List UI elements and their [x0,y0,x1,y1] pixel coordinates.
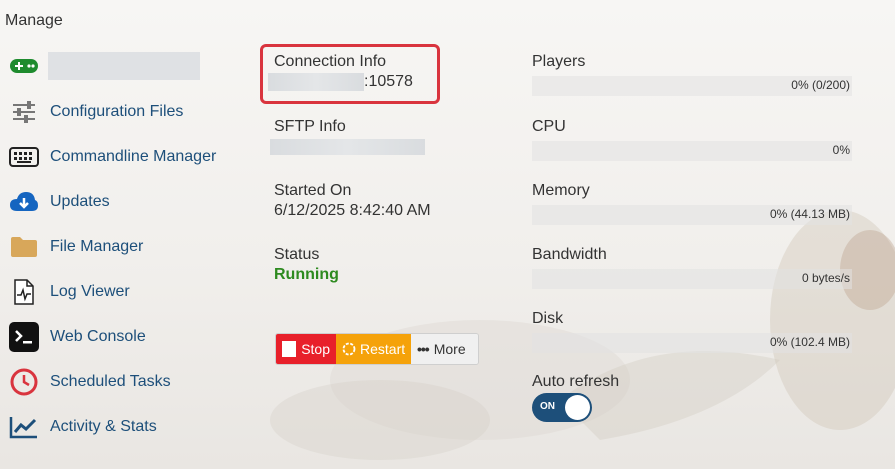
more-icon: ••• [417,341,430,357]
page-title: Manage [5,12,63,29]
metric-value: 0% (44.13 MB) [769,207,850,221]
sliders-icon [8,96,40,128]
metric-bar: 0% [532,141,852,161]
metric-players: Players 0% (0/200) [532,52,852,96]
sftp-info-value[interactable] [270,137,425,155]
sidebar-item-label: Commandline Manager [50,148,217,165]
status: Status Running [274,245,339,285]
sidebar-item-label: Web Console [50,328,146,345]
sidebar-item-label: File Manager [50,238,144,255]
sidebar-item-configuration-files[interactable]: Configuration Files [8,94,238,130]
gamepad-icon [8,50,40,82]
stop-button[interactable]: Stop [276,334,336,364]
toggle-knob [565,395,590,420]
folder-icon [8,231,40,263]
metric-memory: Memory 0% (44.13 MB) [532,181,852,225]
sidebar-item-label: Log Viewer [50,283,130,300]
metric-cpu: CPU 0% [532,117,852,161]
clock-icon [8,366,40,398]
metric-value: 0% (102.4 MB) [769,335,850,349]
auto-refresh-label: Auto refresh [532,373,620,390]
sidebar-item-label: Updates [50,193,110,210]
restart-button[interactable]: Restart [336,334,411,364]
sidebar-item-activity-stats[interactable]: Activity & Stats [8,409,238,445]
metric-bar: 0% (102.4 MB) [532,333,852,353]
connection-host-redacted [268,73,364,91]
terminal-icon [8,321,40,353]
sidebar-item-server-name[interactable] [8,48,238,84]
sidebar-item-label: Scheduled Tasks [50,373,171,390]
restart-button-label: Restart [360,341,406,357]
started-on-label: Started On [274,182,352,199]
log-file-icon [8,276,40,308]
stop-button-label: Stop [301,341,330,357]
connection-info: Connection Info :10578 [268,52,413,92]
metric-bar: 0% (44.13 MB) [532,205,852,225]
status-value: Running [274,266,339,283]
started-on-value: 6/12/2025 8:42:40 AM [274,202,431,219]
sidebar-item-web-console[interactable]: Web Console [8,319,238,355]
chart-line-icon [8,411,40,443]
metric-value: 0% [832,143,850,157]
sidebar-item-updates[interactable]: Updates [8,184,238,220]
sidebar-item-file-manager[interactable]: File Manager [8,229,238,265]
metric-bar: 0 bytes/s [532,269,852,289]
auto-refresh-toggle[interactable]: ON [532,393,592,422]
connection-info-label: Connection Info [274,53,387,70]
sidebar-item-log-viewer[interactable]: Log Viewer [8,274,238,310]
sidebar-item-label: Activity & Stats [50,418,157,435]
metric-label: Memory [532,182,590,199]
restart-icon [342,342,356,356]
keyboard-icon [8,141,40,173]
sftp-info: SFTP Info [270,117,425,155]
sidebar-item-scheduled-tasks[interactable]: Scheduled Tasks [8,364,238,400]
metric-bar: 0% (0/200) [532,76,852,96]
sidebar-item-label: Configuration Files [50,103,184,120]
metric-label: Disk [532,310,564,327]
more-button-label: More [433,341,466,357]
metric-label: Players [532,53,586,70]
sidebar-item-commandline-manager[interactable]: Commandline Manager [8,139,238,175]
more-button[interactable]: ••• More [411,334,478,364]
metric-bandwidth: Bandwidth 0 bytes/s [532,245,852,289]
toggle-state-label: ON [540,401,555,412]
sftp-address-redacted [270,139,425,155]
connection-info-value[interactable]: :10578 [268,72,413,92]
metric-value: 0% (0/200) [791,78,850,92]
stop-icon [282,341,297,357]
connection-port: :10578 [364,73,413,90]
metric-value: 0 bytes/s [801,271,850,285]
server-actions: Stop Restart ••• More [275,333,479,365]
started-on: Started On 6/12/2025 8:42:40 AM [274,181,431,221]
metric-label: Bandwidth [532,246,607,263]
server-name-redacted [48,52,200,80]
sftp-info-label: SFTP Info [274,118,346,135]
cloud-download-icon [8,186,40,218]
metric-disk: Disk 0% (102.4 MB) [532,309,852,353]
metric-label: CPU [532,118,566,135]
status-label: Status [274,246,320,263]
